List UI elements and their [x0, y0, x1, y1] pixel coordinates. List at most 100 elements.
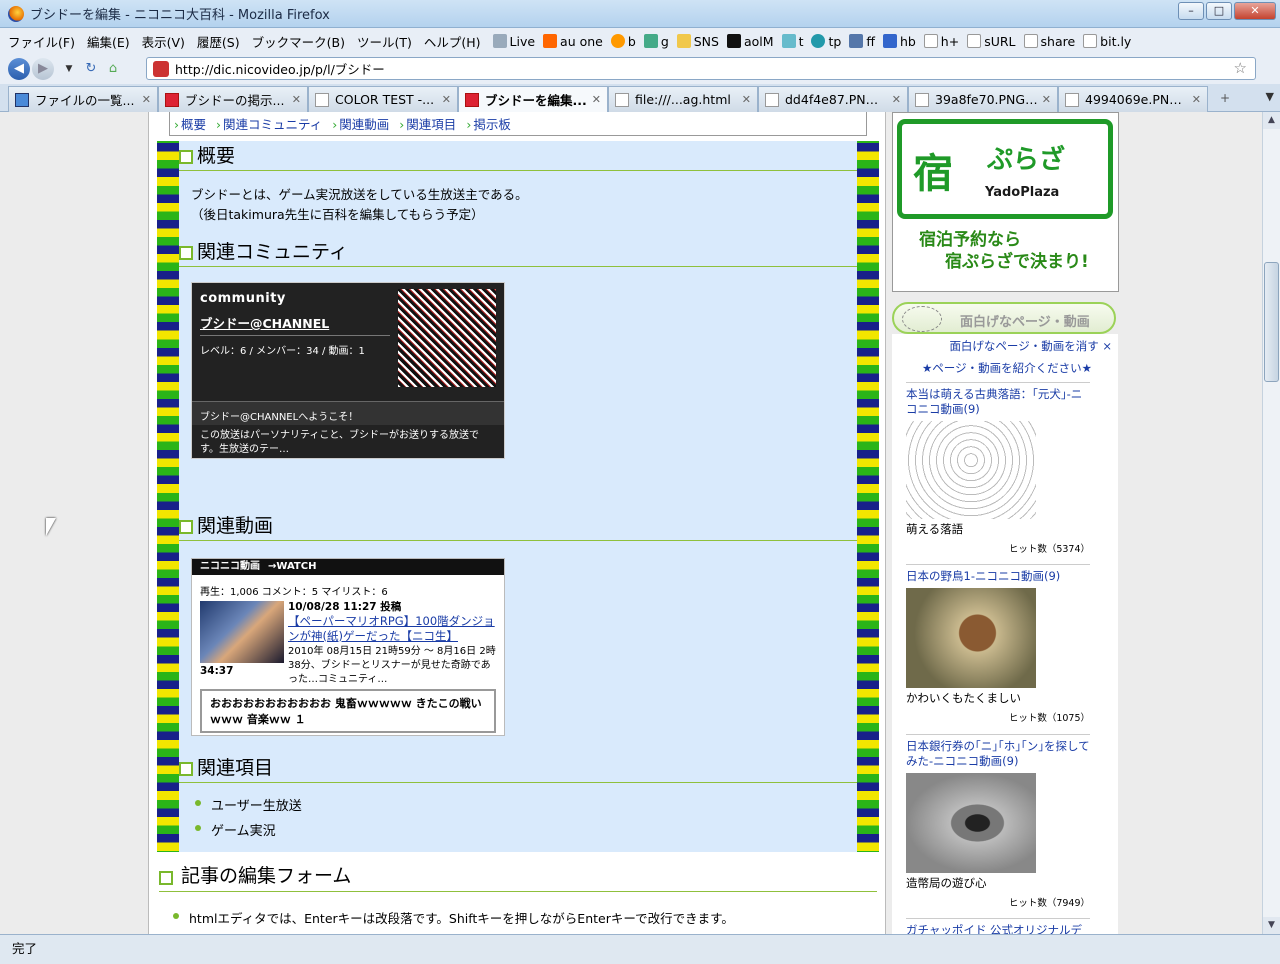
title-bar: ブシドーを編集 - ニコニコ大百科 - Mozilla Firefox – □ …	[0, 0, 1280, 28]
section-heading: 概要	[179, 143, 857, 171]
item-hits: ヒット数（7949）	[1008, 898, 1090, 909]
bookmark-star-icon[interactable]: ☆	[1234, 59, 1247, 77]
video-thumbnail[interactable]	[200, 601, 284, 663]
address-bar[interactable]: http://dic.nicovideo.jp/p/l/ブシドー ☆	[146, 57, 1256, 80]
home-icon[interactable]: ⌂	[104, 60, 122, 78]
tab-png-1[interactable]: dd4f4e87.PNG ... ✕	[758, 86, 908, 112]
bookmark-label: SNS	[693, 33, 719, 49]
bookmark-hb[interactable]: hb	[882, 34, 916, 49]
community-name-link[interactable]: ブシドー@CHANNEL	[200, 313, 329, 332]
community-thumbnail[interactable]	[398, 289, 496, 387]
reload-icon[interactable]: ↻	[82, 60, 100, 78]
bookmark-g[interactable]: g	[643, 33, 669, 49]
section-overview: 概要 ブシドーとは、ゲーム実況放送をしている生放送主である。 （後日takimu…	[179, 143, 857, 225]
toc-link-overview[interactable]: 概要	[174, 114, 206, 133]
item-title-link[interactable]: 本当は萌える古典落語：｢元犬｣-ニコニコ動画(9)	[906, 383, 1090, 417]
menu-edit[interactable]: 編集(E)	[87, 32, 130, 51]
close-tab-icon[interactable]: ✕	[442, 93, 451, 106]
video-duration: 34:37	[200, 665, 234, 677]
watch-link[interactable]: →WATCH	[268, 561, 316, 572]
bookmark-surl[interactable]: sURL	[967, 34, 1016, 49]
scroll-down-arrow-icon[interactable]: ▼	[1263, 917, 1280, 934]
menu-tools[interactable]: ツール(T)	[357, 32, 412, 51]
yadoplaza-ad[interactable]: 宿 ぷらざ YadoPlaza 宿泊予約なら 宿ぷらざで決まり!	[892, 112, 1119, 292]
video-description: 2010年 08月15日 21時59分 〜 8月16日 2時38分、ブシドーとリ…	[288, 646, 496, 685]
bookmark-bitly[interactable]: bit.ly	[1083, 34, 1131, 49]
list-item: 日本銀行券の｢ニ｣｢ホ｣｢ン｣を探してみた-ニコニコ動画(9) 造幣局の遊び心 …	[906, 734, 1090, 909]
bookmark-share[interactable]: share	[1023, 34, 1075, 49]
tab-bushido-edit[interactable]: ブシドーを編集... ✕	[458, 86, 608, 112]
page-icon	[1023, 34, 1038, 48]
toc-link-related[interactable]: 関連項目	[399, 114, 456, 133]
scroll-up-arrow-icon[interactable]: ▲	[1263, 112, 1280, 129]
item-title-link[interactable]: 日本の野鳥1-ニコニコ動画(9)	[906, 565, 1090, 584]
menu-file[interactable]: ファイル(F)	[8, 32, 75, 51]
toc-link-community[interactable]: 関連コミュニティ	[216, 114, 322, 133]
bookmark-sns[interactable]: SNS	[676, 33, 719, 49]
bookmark-auone[interactable]: au one	[543, 34, 603, 49]
toc-link-videos[interactable]: 関連動画	[332, 114, 389, 133]
twitter-icon	[781, 34, 796, 48]
bookmark-label: Live	[509, 33, 536, 49]
close-tab-icon[interactable]: ✕	[1192, 93, 1201, 106]
bookmark-label: g	[660, 33, 669, 49]
heading-text: 面白げなページ・動画	[960, 315, 1090, 330]
right-sidebar: 宿 ぷらざ YadoPlaza 宿泊予約なら 宿ぷらざで決まり! 面白げなページ…	[892, 112, 1120, 934]
close-tab-icon[interactable]: ✕	[892, 93, 901, 106]
item-title-link[interactable]: 日本銀行券の｢ニ｣｢ホ｣｢ン｣を探してみた-ニコニコ動画(9)	[906, 735, 1090, 769]
back-button[interactable]: ◀	[8, 58, 30, 80]
edit-form-note: htmlエディタでは、Enterキーは改段落です。Shiftキーを押しながらEn…	[173, 908, 734, 927]
tab-favicon	[15, 92, 29, 107]
url-text: http://dic.nicovideo.jp/p/l/ブシドー	[175, 62, 385, 77]
tab-list-dropdown-icon[interactable]: ▼	[1266, 90, 1274, 103]
menu-help[interactable]: ヘルプ(H)	[424, 32, 481, 51]
ad-slogan: 宿ぷらざで決まり!	[945, 252, 1089, 272]
item-thumbnail[interactable]	[906, 588, 1036, 688]
close-tab-icon[interactable]: ✕	[1042, 93, 1051, 106]
section-community: 関連コミュニティ	[179, 239, 857, 267]
tab-file-html[interactable]: file:///...ag.html ✕	[608, 86, 758, 112]
hide-panel-link[interactable]: 面白げなページ・動画を消す ×	[949, 338, 1112, 354]
video-widget[interactable]: ニコニコ動画 →WATCH 再生：1,006 コメント：5 マイリスト：6 34:…	[191, 558, 505, 736]
close-tab-icon[interactable]: ✕	[292, 93, 301, 106]
menu-bookmarks[interactable]: ブックマーク(B)	[252, 32, 345, 51]
tp-icon	[811, 34, 826, 48]
scroll-thumb[interactable]	[1264, 262, 1279, 382]
tab-png-2[interactable]: 39a8fe70.PNG ... ✕	[908, 86, 1058, 112]
bookmark-aolm[interactable]: aolM	[726, 34, 774, 49]
related-item[interactable]: ゲーム実況	[195, 820, 857, 839]
related-item[interactable]: ユーザー生放送	[195, 795, 857, 814]
community-widget[interactable]: community ブシドー@CHANNEL レベル：6 / メンバー：34 /…	[191, 282, 505, 459]
tab-label: file:///...ag.html	[635, 92, 731, 107]
tab-bushido-board[interactable]: ブシドーの掲示... ✕	[158, 86, 308, 112]
item-thumbnail[interactable]	[906, 421, 1036, 519]
tab-png-3[interactable]: 4994069e.PNG... ✕	[1058, 86, 1208, 112]
overview-line: ブシドーとは、ゲーム実況放送をしている生放送主である。	[191, 187, 528, 202]
close-tab-icon[interactable]: ✕	[742, 93, 751, 106]
tab-file-list[interactable]: ファイルの一覧... ✕	[8, 86, 158, 112]
item-title-link[interactable]: ガチャッポイド 公式オリジナルデモ	[906, 919, 1090, 934]
close-tab-icon[interactable]: ✕	[592, 93, 601, 106]
bookmark-b[interactable]: b	[610, 34, 636, 49]
new-tab-button[interactable]: +	[1212, 84, 1238, 111]
bookmark-ff[interactable]: ff	[849, 34, 875, 49]
bookmark-tp[interactable]: tp	[811, 34, 841, 49]
introduce-link[interactable]: ★ページ・動画を紹介ください★	[922, 360, 1092, 376]
bookmark-live[interactable]: Live	[492, 33, 536, 49]
b-icon	[610, 34, 625, 48]
bookmark-t[interactable]: t	[781, 34, 803, 49]
forward-button[interactable]: ▶	[32, 58, 54, 80]
video-title-link[interactable]: 【ペーパーマリオRPG】100階ダンジョンが神(紙)ゲーだった【ニコ生】	[288, 614, 498, 644]
maximize-button[interactable]: □	[1206, 2, 1232, 20]
menu-history[interactable]: 履歴(S)	[197, 32, 240, 51]
close-button[interactable]: ✕	[1234, 2, 1276, 20]
toc-link-board[interactable]: 掲示板	[466, 114, 511, 133]
item-thumbnail[interactable]	[906, 773, 1036, 873]
close-tab-icon[interactable]: ✕	[142, 93, 151, 106]
vertical-scrollbar[interactable]: ▲ ▼	[1262, 112, 1280, 934]
minimize-button[interactable]: –	[1178, 2, 1204, 20]
bookmark-hplus[interactable]: h+	[923, 34, 959, 49]
tab-color-test[interactable]: COLOR TEST -... ✕	[308, 86, 458, 112]
menu-view[interactable]: 表示(V)	[142, 32, 185, 51]
history-dropdown-icon[interactable]: ▼	[60, 60, 78, 78]
